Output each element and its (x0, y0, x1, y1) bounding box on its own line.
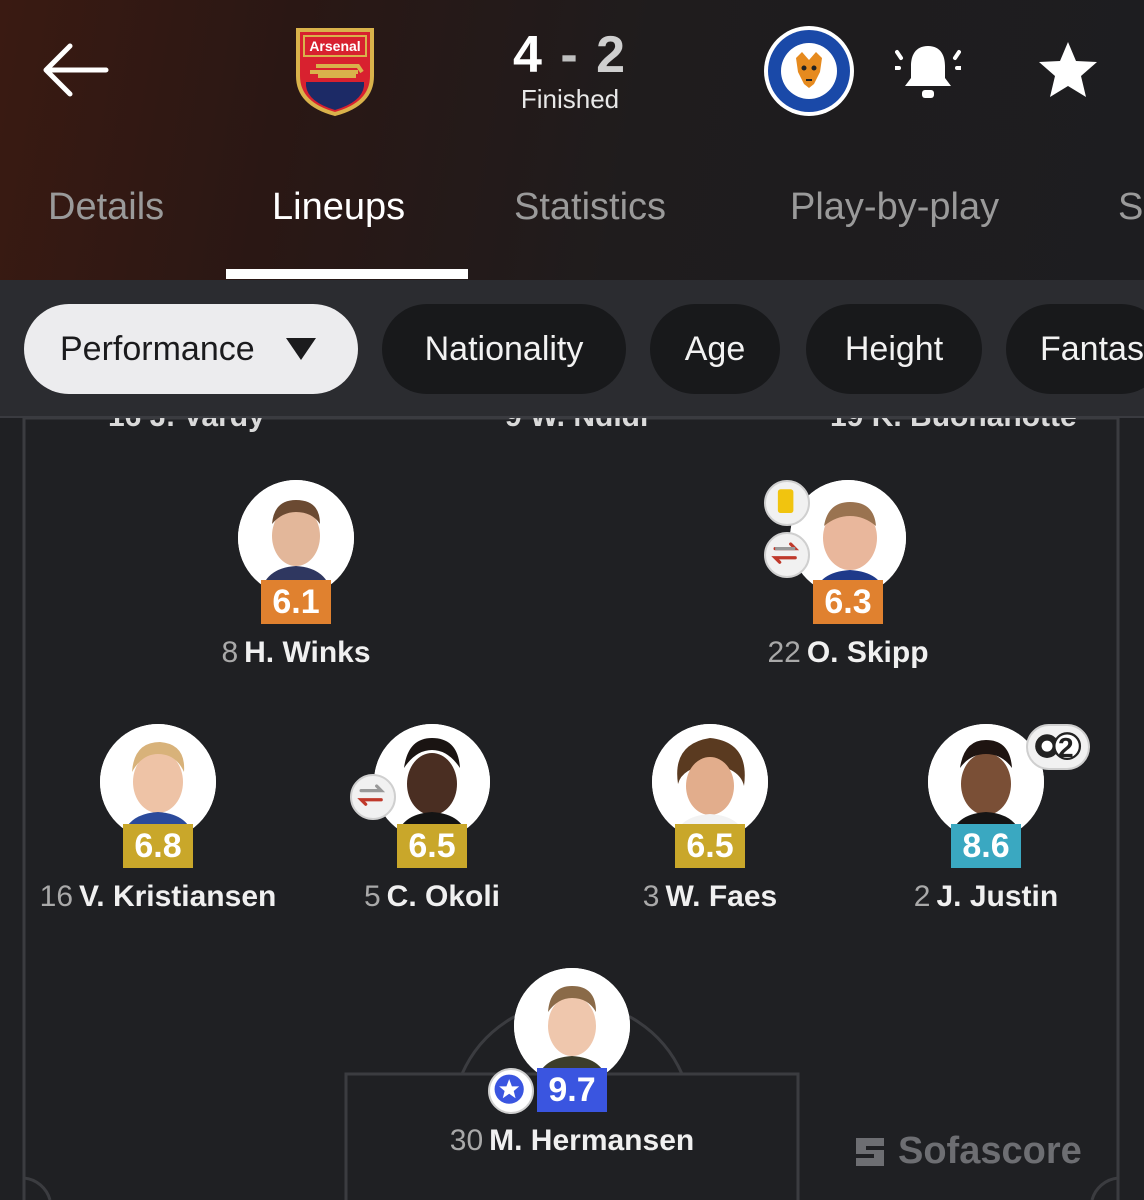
yellow-card-icon (764, 480, 810, 526)
cut-off-player-name: 19 K. Buonanotte (830, 418, 1077, 434)
player-rating: 6.8 (123, 824, 193, 868)
filter-fantasy[interactable]: Fantas (1006, 304, 1144, 394)
sofascore-watermark: Sofascore (852, 1130, 1082, 1173)
player-name-text: M. Hermansen (489, 1124, 695, 1157)
back-arrow-icon[interactable] (40, 40, 112, 100)
lineup-pitch: 16 J. Vardy 9 W. Ndidi 19 K. Buonanotte … (0, 418, 1144, 1200)
filter-performance[interactable]: Performance (24, 304, 358, 394)
player-name: 8 H. Winks (116, 636, 476, 670)
score-separator: - (560, 26, 580, 84)
filter-age[interactable]: Age (650, 304, 780, 394)
player-number: 3 (642, 880, 660, 913)
player-avatar (514, 968, 630, 1084)
arsenal-crest-icon[interactable]: Arsenal (290, 24, 380, 118)
player-name: 2 J. Justin (806, 880, 1144, 914)
tab-details[interactable]: Details (48, 186, 164, 229)
player-number: 2 (913, 880, 931, 913)
goal-icon: 2 (1026, 724, 1090, 770)
caret-down-icon (286, 338, 316, 360)
away-score: 2 (596, 26, 628, 84)
tab-play-by-play[interactable]: Play-by-play (790, 186, 999, 229)
tab-truncated[interactable]: S (1118, 186, 1143, 229)
player-number: 16 (39, 880, 74, 913)
player-avatar (238, 480, 354, 596)
player-avatar (100, 724, 216, 840)
player-rating: 6.5 (675, 824, 745, 868)
player-name-text: C. Okoli (386, 880, 501, 913)
home-score: 4 (512, 26, 544, 84)
sofascore-label: Sofascore (898, 1130, 1082, 1172)
man-of-match-icon (488, 1068, 534, 1114)
active-tab-indicator (226, 269, 468, 279)
player-name-text: W. Faes (665, 880, 778, 913)
player-avatar (652, 724, 768, 840)
player-number: 5 (363, 880, 381, 913)
player-number: 22 (767, 636, 801, 669)
player-rating: 6.3 (813, 580, 883, 624)
player-number: 8 (221, 636, 239, 669)
player-name-text: V. Kristiansen (79, 880, 277, 913)
match-header: Arsenal 4 - 2 Finished Details Lineups S… (0, 0, 1144, 280)
cut-off-player-name: 16 J. Vardy (108, 418, 265, 434)
bell-icon[interactable] (895, 40, 961, 102)
tab-bar: Details Lineups Statistics Play-by-play … (0, 160, 1144, 280)
goal-count: 2 (1058, 732, 1074, 763)
substitution-icon (764, 532, 810, 578)
player-number: 30 (449, 1124, 484, 1157)
player-rating: 8.6 (951, 824, 1021, 868)
player-rating: 6.1 (261, 580, 331, 624)
leicester-crest-icon[interactable] (762, 24, 856, 118)
sofascore-logo-icon (856, 1137, 884, 1166)
tab-lineups[interactable]: Lineups (272, 186, 405, 229)
player-name-text: H. Winks (244, 636, 371, 669)
player-name-text: J. Justin (936, 880, 1059, 913)
player-name: 22 O. Skipp (668, 636, 1028, 670)
svg-text:Arsenal: Arsenal (309, 38, 360, 54)
lineup-filter-bar: Performance Nationality Age Height Fanta… (0, 280, 1144, 418)
filter-performance-label: Performance (60, 330, 255, 368)
player-rating: 9.7 (537, 1068, 607, 1112)
substitution-icon (350, 774, 396, 820)
match-status: Finished (520, 84, 620, 114)
star-icon[interactable] (1036, 38, 1100, 102)
tab-statistics[interactable]: Statistics (514, 186, 666, 229)
player-name-text: O. Skipp (806, 636, 929, 669)
filter-nationality[interactable]: Nationality (382, 304, 626, 394)
filter-height[interactable]: Height (806, 304, 982, 394)
player-name: 30 M. Hermansen (392, 1124, 752, 1158)
player-rating: 6.5 (397, 824, 467, 868)
cut-off-player-name: 9 W. Ndidi (505, 418, 648, 434)
match-score: 4 - 2 (470, 26, 670, 84)
